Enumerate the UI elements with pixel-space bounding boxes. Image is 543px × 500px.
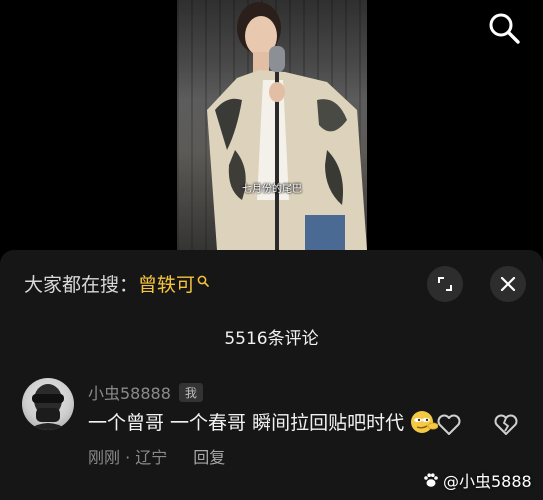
username-text: 小虫58888 (88, 384, 171, 403)
comment-body: 一个曾哥 一个春哥 瞬间拉回贴吧时代 (88, 412, 405, 434)
expand-icon (438, 277, 452, 291)
trending-search-hint[interactable]: 大家都在搜： 曾轶可 (24, 270, 209, 297)
comment-item: 小虫58888 我 一个曾哥 一个春哥 瞬间拉回贴吧时代 刚刚 · 辽宁 回复 (0, 378, 543, 478)
smirk-emoji-icon (408, 409, 439, 435)
video-caption: 七月份的尾巴 (242, 184, 302, 195)
search-icon (489, 13, 520, 44)
watermark-text: @小虫5888 (443, 472, 532, 491)
dislike-button[interactable] (493, 413, 519, 441)
comment-text[interactable]: 一个曾哥 一个春哥 瞬间拉回贴吧时代 (88, 408, 439, 435)
expand-button[interactable] (427, 266, 463, 302)
small-search-icon (197, 275, 209, 287)
watermark: @小虫5888 (422, 468, 532, 492)
heart-icon (437, 414, 461, 435)
trending-search-keyword[interactable]: 曾轶可 (138, 270, 195, 297)
trending-search-prefix: 大家都在搜： (24, 274, 139, 296)
video-frame[interactable]: 七月份的尾巴 (177, 0, 367, 250)
self-tag: 我 (178, 382, 203, 402)
search-button[interactable] (486, 10, 522, 46)
performer-image (207, 2, 367, 250)
avatar-image (28, 384, 68, 430)
comment-sheet: 大家都在搜： 曾轶可 5516条评论 小虫58888 我 一个曾哥 一个春哥 瞬… (0, 250, 543, 500)
comment-time-location: 刚刚 · 辽宁 (88, 448, 168, 467)
video-area[interactable]: 七月份的尾巴 (0, 0, 543, 250)
comment-username[interactable]: 小虫58888 我 (88, 380, 203, 404)
paw-icon (422, 471, 440, 489)
broken-heart-icon (494, 414, 518, 435)
reply-button[interactable]: 回复 (193, 444, 225, 468)
like-button[interactable] (436, 413, 462, 441)
comment-meta: 刚刚 · 辽宁 回复 (88, 444, 225, 468)
close-icon (500, 276, 516, 292)
close-button[interactable] (490, 266, 526, 302)
avatar[interactable] (22, 378, 74, 430)
comment-count-title: 5516条评论 (224, 329, 319, 349)
